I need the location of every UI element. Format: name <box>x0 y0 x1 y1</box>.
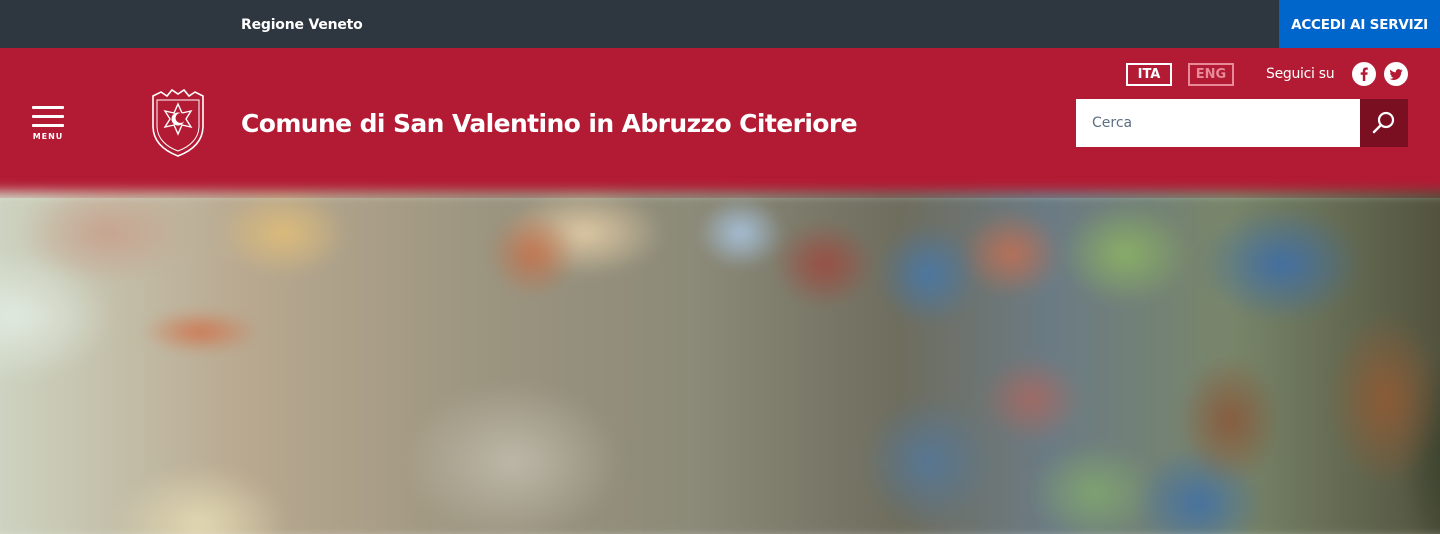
menu-label: MENU <box>32 132 64 141</box>
facebook-icon[interactable] <box>1352 62 1376 86</box>
main-header: MENU Comune di San Valentino in Abruzzo … <box>0 48 1440 198</box>
search-icon <box>1372 111 1395 134</box>
facebook-glyph <box>1360 67 1368 81</box>
menu-button[interactable]: MENU <box>30 106 66 142</box>
twitter-icon[interactable] <box>1384 62 1408 86</box>
hero-image <box>0 191 1440 534</box>
search-input[interactable] <box>1076 99 1360 147</box>
follow-us-label: Seguici su <box>1266 66 1335 82</box>
services-login-button[interactable]: ACCEDI AI SERVIZI <box>1279 0 1440 48</box>
site-title[interactable]: Comune di San Valentino in Abruzzo Citer… <box>241 104 858 144</box>
hamburger-icon-bar <box>32 124 64 127</box>
hamburger-icon <box>32 106 64 109</box>
hamburger-icon-bar <box>32 115 64 118</box>
slim-header: Regione Veneto ACCEDI AI SERVIZI <box>0 0 1440 48</box>
municipal-crest-icon <box>152 88 204 157</box>
language-ita-button[interactable]: ITA <box>1126 63 1172 86</box>
language-eng-button[interactable]: ENG <box>1188 63 1234 86</box>
search-button[interactable] <box>1360 99 1408 147</box>
region-link[interactable]: Regione Veneto <box>241 0 363 48</box>
twitter-glyph <box>1389 69 1403 80</box>
